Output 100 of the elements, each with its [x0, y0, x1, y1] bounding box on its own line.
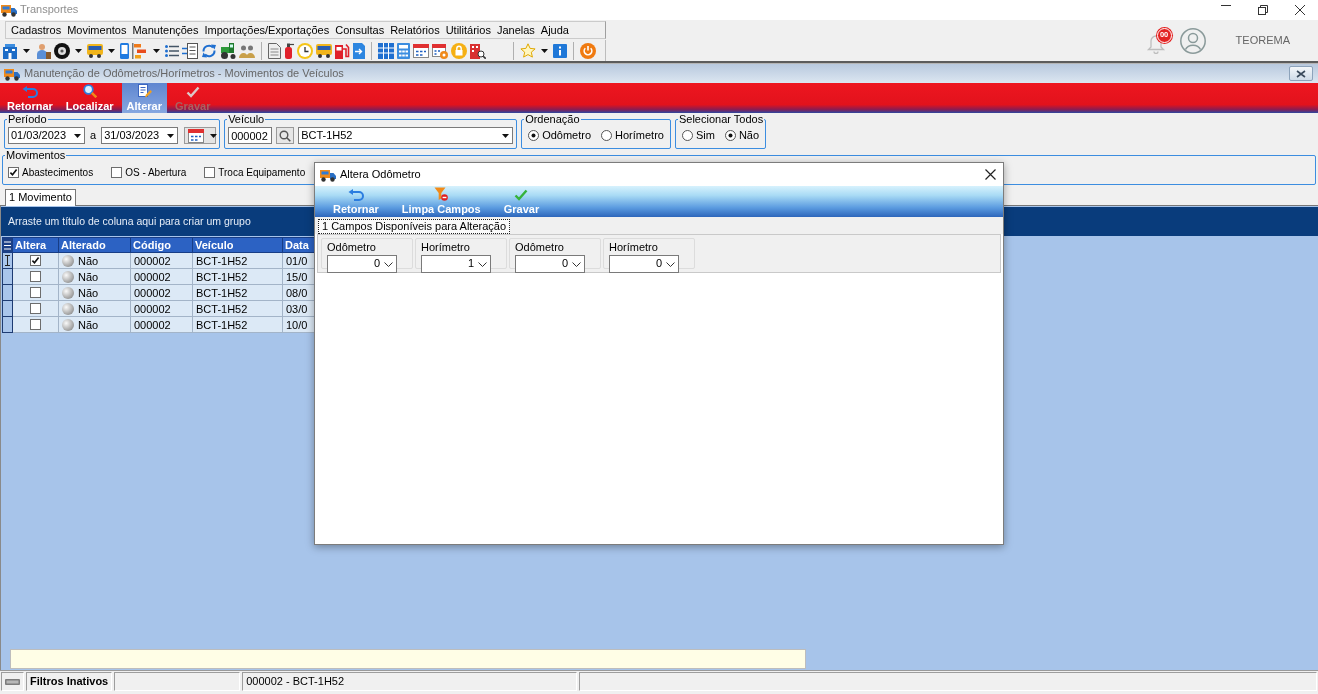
checkbox-icon[interactable]	[8, 167, 19, 178]
checkbox-icon[interactable]	[30, 271, 41, 282]
menu-item[interactable]: Importações/Exportações	[201, 22, 333, 38]
calendar-icon[interactable]	[413, 43, 429, 58]
back-arrow-icon	[347, 189, 364, 201]
checkbox-icon[interactable]	[30, 319, 41, 330]
radio-option[interactable]: Sim	[678, 127, 718, 144]
menu-item[interactable]: Ajuda	[537, 22, 572, 38]
calculator-icon[interactable]	[397, 42, 410, 59]
document-lines-icon[interactable]	[182, 42, 198, 59]
table-icon[interactable]	[378, 42, 394, 59]
checkbox-icon[interactable]	[30, 303, 41, 314]
chevron-down-icon	[666, 261, 675, 267]
power-icon[interactable]	[580, 42, 596, 59]
column-header[interactable]: Altera	[12, 237, 59, 253]
checkbox-icon[interactable]	[111, 167, 123, 178]
menu-item[interactable]: Relatórios	[387, 22, 443, 38]
menu-item[interactable]: Manutenções	[129, 22, 202, 38]
caret-icon[interactable]	[108, 48, 115, 53]
number-field[interactable]: 0	[327, 255, 397, 273]
list-icon[interactable]	[165, 44, 179, 57]
toolbar-button[interactable]: Limpa Campos	[396, 186, 486, 217]
vehicle-code-field[interactable]: 000002	[228, 127, 273, 144]
caret-icon[interactable]	[541, 48, 548, 53]
vehicle-select[interactable]: BCT-1H52	[298, 127, 514, 144]
radio-icon[interactable]	[724, 130, 736, 141]
checkbox-option[interactable]: Abastecimentos	[8, 164, 94, 181]
tab[interactable]: 1 Campos Disponíveis para Alteração	[318, 219, 511, 234]
document-icon[interactable]	[268, 42, 281, 59]
caret-icon[interactable]	[153, 48, 160, 53]
range-separator: a	[89, 128, 98, 143]
search-button[interactable]	[276, 127, 295, 144]
search-icon	[279, 129, 292, 142]
status-text: Filtros Inativos	[26, 672, 113, 691]
number-field[interactable]: 0	[609, 255, 679, 273]
toolbar-button[interactable]: Localizar	[60, 83, 119, 113]
restore-icon[interactable]	[1258, 5, 1268, 15]
caret-icon	[167, 133, 175, 138]
tire-icon[interactable]	[54, 42, 70, 59]
column-header[interactable]: Data	[282, 237, 315, 253]
checkbox-icon[interactable]	[204, 167, 216, 178]
radio-icon[interactable]	[528, 130, 540, 141]
building-search-icon[interactable]	[470, 42, 486, 59]
tab[interactable]: 1 Movimento	[5, 189, 76, 206]
date-field[interactable]: 31/03/2023	[101, 127, 179, 144]
checkbox-option[interactable]: OS - Abertura	[111, 164, 187, 181]
checkbox-icon[interactable]	[30, 255, 41, 266]
table-cell: Não	[78, 301, 99, 316]
radio-option[interactable]: Odômetro	[525, 127, 595, 144]
column-header[interactable]: Código	[130, 237, 193, 253]
star-icon[interactable]	[520, 42, 536, 59]
people-icon[interactable]	[239, 43, 255, 58]
bus-icon[interactable]	[316, 43, 332, 58]
checkbox-icon[interactable]	[30, 287, 41, 298]
toolbar-button[interactable]: Retornar	[2, 83, 58, 113]
field-label: Horímetro	[421, 241, 471, 253]
menu-item[interactable]: Utilitários	[442, 22, 494, 38]
calendar-button[interactable]	[184, 127, 217, 144]
person-icon[interactable]	[35, 42, 51, 59]
clock-icon[interactable]	[297, 42, 313, 59]
group-title: Período	[7, 113, 48, 125]
column-header[interactable]: Alterado	[58, 237, 131, 253]
tractor-icon[interactable]	[220, 42, 236, 59]
number-field[interactable]: 0	[515, 255, 585, 273]
table-cell: Não	[78, 285, 99, 300]
radio-option[interactable]: Horímetro	[598, 127, 667, 144]
date-field[interactable]: 01/03/2023	[8, 127, 85, 144]
input-field[interactable]	[10, 649, 806, 669]
building-icon[interactable]	[2, 42, 18, 59]
chevron-down-icon	[572, 261, 581, 267]
bus-icon[interactable]	[87, 43, 103, 58]
group-title: Veículo	[227, 113, 266, 125]
bar-list-icon[interactable]	[132, 42, 148, 59]
back-arrow-icon	[21, 86, 38, 98]
radio-icon[interactable]	[601, 130, 613, 141]
extinguisher-icon[interactable]	[284, 42, 294, 59]
user-avatar-icon[interactable]	[1179, 27, 1206, 54]
close-icon[interactable]	[985, 169, 996, 180]
status-sphere-icon	[62, 318, 74, 331]
caret-icon[interactable]	[75, 48, 82, 53]
truck-icon	[1, 3, 17, 17]
column-header[interactable]: Veículo	[192, 237, 283, 253]
number-field[interactable]: 1	[421, 255, 491, 273]
calendar-gear-icon[interactable]	[432, 42, 448, 59]
menu-item[interactable]: Janelas	[493, 22, 538, 38]
refresh-icon[interactable]	[201, 42, 217, 59]
close-button[interactable]	[1289, 66, 1313, 81]
menu-item[interactable]: Cadastros	[8, 22, 65, 38]
checkbox-option[interactable]: Troca Equipamento	[204, 164, 306, 181]
menu-item[interactable]: Movimentos	[64, 22, 130, 38]
fuel-pump-icon[interactable]	[335, 42, 350, 59]
caret-icon[interactable]	[23, 48, 30, 53]
phone-icon[interactable]	[120, 42, 129, 59]
info-icon[interactable]	[553, 43, 567, 58]
close-icon[interactable]	[1295, 5, 1305, 15]
column-chooser-icon[interactable]	[4, 240, 11, 250]
radio-icon[interactable]	[681, 130, 693, 141]
menu-item[interactable]: Consultas	[332, 22, 388, 38]
radio-option[interactable]: Não	[721, 127, 763, 144]
document-arrow-icon[interactable]	[353, 42, 365, 59]
